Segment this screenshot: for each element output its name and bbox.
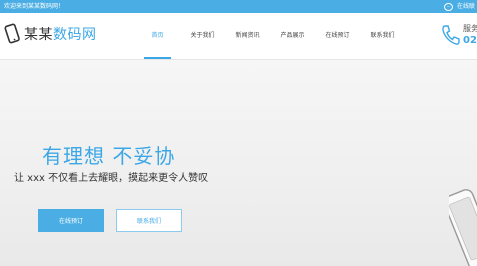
hero-subtitle: 让 xxx 不仅看上去耀眼，摸起来更令人赞叹 xyxy=(14,173,209,184)
online-contact-label: 在线联 xyxy=(456,3,475,10)
logo-text: 某某数码网 xyxy=(24,24,97,44)
chat-icon: ··· xyxy=(443,2,453,11)
logo-main: 某某 xyxy=(24,27,53,43)
nav-item-products[interactable]: 产品展示 xyxy=(270,13,315,59)
service-number: 029 xyxy=(463,35,477,46)
telephone-icon xyxy=(442,25,460,45)
online-contact-link[interactable]: ··· 在线联 xyxy=(443,0,475,13)
nav-item-news[interactable]: 新闻资讯 xyxy=(225,13,270,59)
book-online-button[interactable]: 在线预订 xyxy=(38,209,104,232)
service-hotline: 服务 029 xyxy=(440,23,477,47)
phone-device-image xyxy=(449,189,477,266)
contact-us-button[interactable]: 联系我们 xyxy=(116,209,182,232)
top-bar: 欢迎来到某某数码网！ ··· 在线联 xyxy=(0,0,477,13)
header: 某某数码网 首页 关于我们 新闻资讯 产品展示 在线预订 联系我们 服务 029 xyxy=(0,13,477,60)
nav-item-home[interactable]: 首页 xyxy=(135,13,180,59)
nav-item-contact[interactable]: 联系我们 xyxy=(360,13,405,59)
service-label: 服务 xyxy=(463,24,477,33)
hero-banner: 有理想 不妥协 让 xxx 不仅看上去耀眼，摸起来更令人赞叹 在线预订 联系我们 xyxy=(0,60,477,266)
main-nav: 首页 关于我们 新闻资讯 产品展示 在线预订 联系我们 xyxy=(135,13,405,59)
phone-icon xyxy=(4,23,20,44)
hero-slogan: 有理想 不妥协 xyxy=(42,144,176,168)
logo[interactable]: 某某数码网 xyxy=(4,23,97,45)
nav-item-booking[interactable]: 在线预订 xyxy=(315,13,360,59)
welcome-text: 欢迎来到某某数码网！ xyxy=(4,3,65,10)
logo-accent: 数码网 xyxy=(53,27,97,43)
nav-item-about[interactable]: 关于我们 xyxy=(180,13,225,59)
